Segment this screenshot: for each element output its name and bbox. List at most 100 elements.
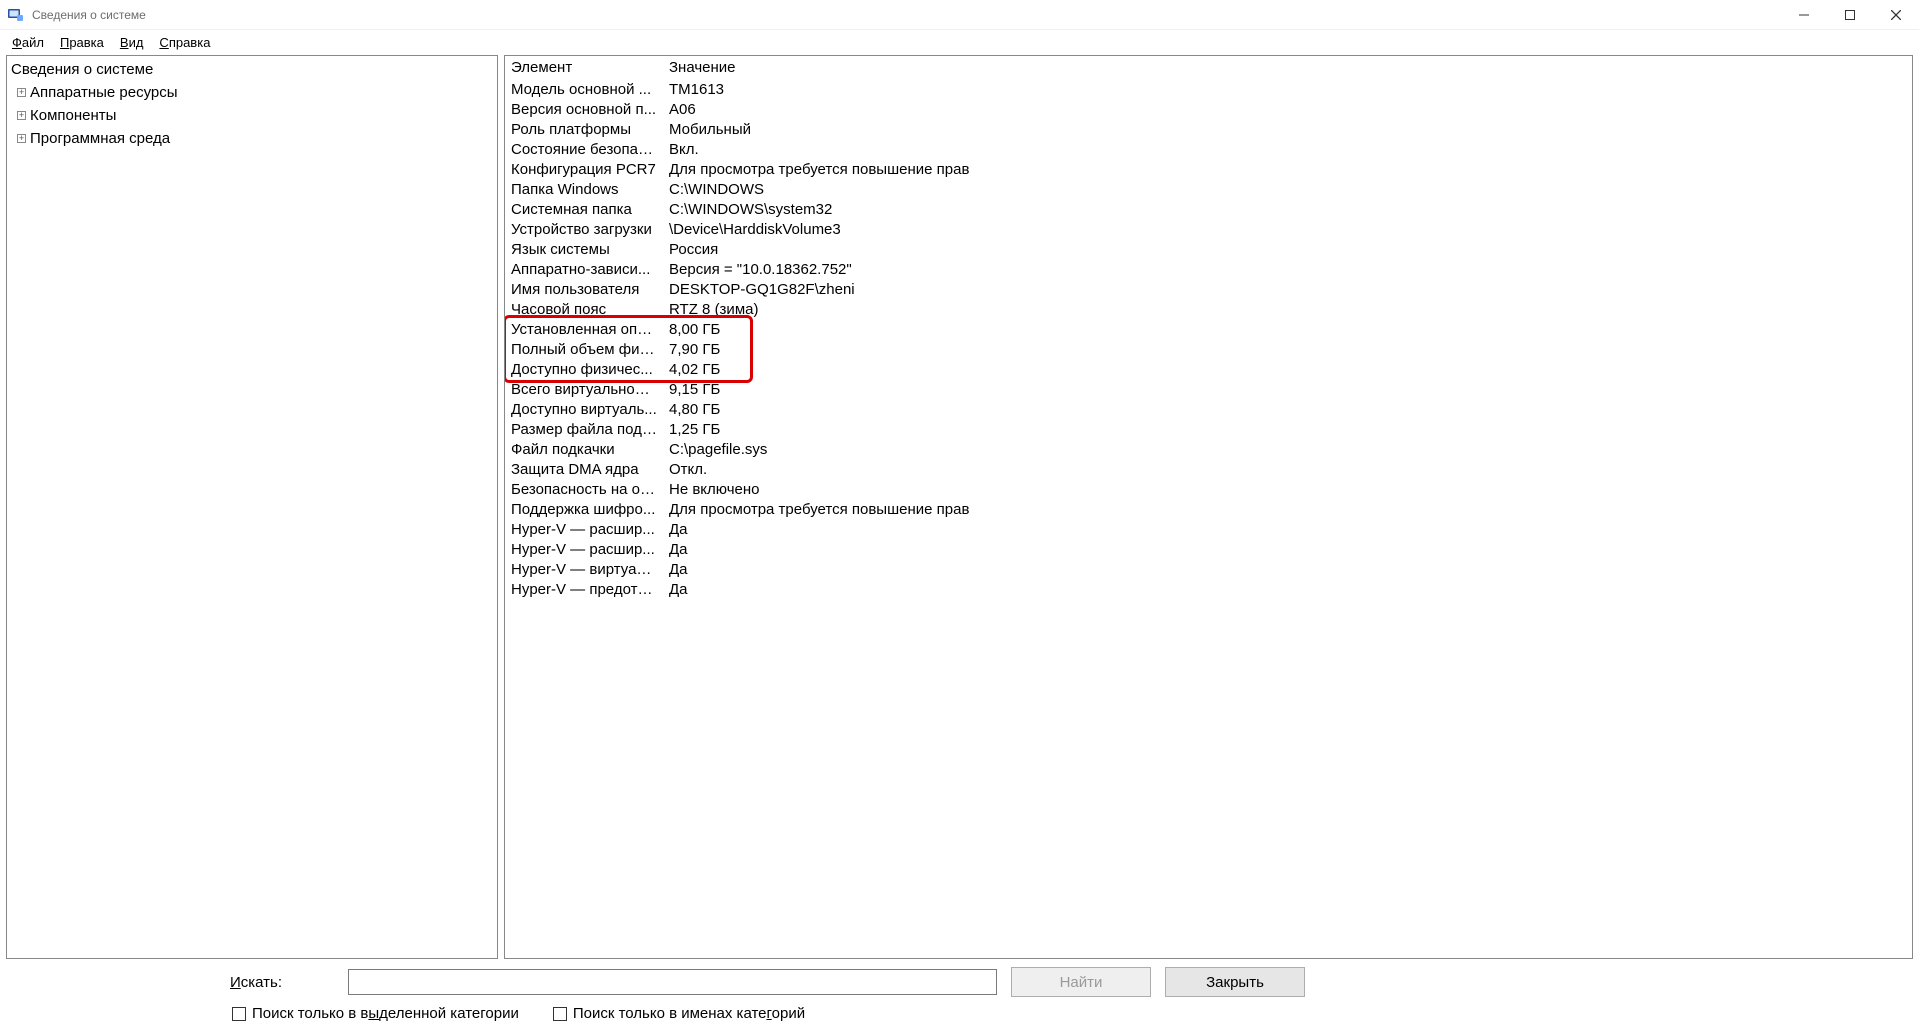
expander-icon[interactable]: + [17, 111, 26, 120]
cell-element: Всего виртуальной ... [505, 379, 663, 399]
cell-value: C:\WINDOWS [663, 179, 1035, 199]
cell-element: Hyper-V — расшир... [505, 539, 663, 559]
checkbox-category-names[interactable]: Поиск только в именах категорий [553, 1005, 805, 1022]
table-row[interactable]: Всего виртуальной ...9,15 ГБ [505, 379, 1912, 399]
table-row[interactable]: Hyper-V — предотв...Да [505, 579, 1912, 599]
cell-value: Вкл. [663, 139, 1035, 159]
cell-pad [1035, 539, 1912, 559]
table-row[interactable]: Защита DMA ядраОткл. [505, 459, 1912, 479]
table-row[interactable]: Папка WindowsC:\WINDOWS [505, 179, 1912, 199]
cell-element: Поддержка шифро... [505, 499, 663, 519]
minimize-button[interactable] [1781, 0, 1827, 30]
detail-scroll[interactable]: Элемент Значение Модель основной ...TM16… [505, 56, 1912, 958]
table-row[interactable]: Установленная опе...8,00 ГБ [505, 319, 1912, 339]
cell-value: TM1613 [663, 79, 1035, 99]
cell-element: Состояние безопас... [505, 139, 663, 159]
cell-pad [1035, 459, 1912, 479]
cell-pad [1035, 499, 1912, 519]
cell-element: Hyper-V — расшир... [505, 519, 663, 539]
cell-element: Аппаратно-зависи... [505, 259, 663, 279]
table-row[interactable]: Имя пользователяDESKTOP-GQ1G82F\zheni [505, 279, 1912, 299]
cell-element: Hyper-V — предотв... [505, 579, 663, 599]
table-row[interactable]: Модель основной ...TM1613 [505, 79, 1912, 99]
cell-pad [1035, 579, 1912, 599]
table-row[interactable]: Размер файла подк...1,25 ГБ [505, 419, 1912, 439]
cell-value: 4,02 ГБ [663, 359, 1035, 379]
cell-element: Системная папка [505, 199, 663, 219]
cell-pad [1035, 239, 1912, 259]
cell-element: Безопасность на ос... [505, 479, 663, 499]
header-value[interactable]: Значение [663, 56, 1035, 79]
table-row[interactable]: Версия основной п...A06 [505, 99, 1912, 119]
tree-item[interactable]: +Компоненты [11, 104, 493, 127]
cell-value: 8,00 ГБ [663, 319, 1035, 339]
table-row[interactable]: Полный объем физ...7,90 ГБ [505, 339, 1912, 359]
close-search-button[interactable]: Закрыть [1165, 967, 1305, 997]
cell-element: Конфигурация PCR7 [505, 159, 663, 179]
menu-help[interactable]: Справка [151, 33, 218, 52]
cell-value: Мобильный [663, 119, 1035, 139]
table-row[interactable]: Hyper-V — расшир...Да [505, 519, 1912, 539]
app-icon [6, 6, 24, 24]
table-row[interactable]: Безопасность на ос...Не включено [505, 479, 1912, 499]
menu-view[interactable]: Вид [112, 33, 152, 52]
titlebar: Сведения о системе [0, 0, 1919, 30]
table-row[interactable]: Hyper-V — виртуал...Да [505, 559, 1912, 579]
cell-pad [1035, 199, 1912, 219]
checkbox-selected-category[interactable]: Поиск только в выделенной категории [232, 1005, 519, 1022]
cell-pad [1035, 139, 1912, 159]
tree-panel: Сведения о системе +Аппаратные ресурсы+К… [6, 55, 498, 959]
cell-pad [1035, 219, 1912, 239]
table-row[interactable]: Доступно виртуаль...4,80 ГБ [505, 399, 1912, 419]
table-row[interactable]: Доступно физичес...4,02 ГБ [505, 359, 1912, 379]
detail-wrap: Элемент Значение Модель основной ...TM16… [505, 56, 1912, 958]
cell-value: Да [663, 579, 1035, 599]
cell-element: Полный объем физ... [505, 339, 663, 359]
tree-root-item[interactable]: Сведения о системе [11, 58, 493, 81]
table-row[interactable]: Устройство загрузки\Device\HarddiskVolum… [505, 219, 1912, 239]
table-row[interactable]: Системная папкаC:\WINDOWS\system32 [505, 199, 1912, 219]
tree-item[interactable]: +Программная среда [11, 127, 493, 150]
menu-edit[interactable]: Правка [52, 33, 112, 52]
table-row[interactable]: Файл подкачкиC:\pagefile.sys [505, 439, 1912, 459]
cell-value: 9,15 ГБ [663, 379, 1035, 399]
expander-icon[interactable]: + [17, 134, 26, 143]
cell-value: C:\pagefile.sys [663, 439, 1035, 459]
cell-element: Установленная опе... [505, 319, 663, 339]
cell-pad [1035, 319, 1912, 339]
table-row[interactable]: Язык системыРоссия [505, 239, 1912, 259]
cell-pad [1035, 99, 1912, 119]
table-row[interactable]: Аппаратно-зависи...Версия = "10.0.18362.… [505, 259, 1912, 279]
header-element[interactable]: Элемент [505, 56, 663, 79]
close-button[interactable] [1873, 0, 1919, 30]
table-row[interactable]: Поддержка шифро...Для просмотра требуетс… [505, 499, 1912, 519]
table-row[interactable]: Часовой поясRTZ 8 (зима) [505, 299, 1912, 319]
menu-file[interactable]: Файл [4, 33, 52, 52]
checkbox-box-icon [232, 1007, 246, 1021]
cell-pad [1035, 279, 1912, 299]
table-row[interactable]: Hyper-V — расшир...Да [505, 539, 1912, 559]
search-input[interactable] [348, 969, 997, 995]
detail-table: Элемент Значение Модель основной ...TM16… [505, 56, 1912, 599]
table-row[interactable]: Роль платформыМобильный [505, 119, 1912, 139]
maximize-button[interactable] [1827, 0, 1873, 30]
cell-value: C:\WINDOWS\system32 [663, 199, 1035, 219]
cell-pad [1035, 359, 1912, 379]
table-row[interactable]: Состояние безопас...Вкл. [505, 139, 1912, 159]
find-button[interactable]: Найти [1011, 967, 1151, 997]
cell-value: Да [663, 519, 1035, 539]
cell-value: \Device\HarddiskVolume3 [663, 219, 1035, 239]
cell-element: Версия основной п... [505, 99, 663, 119]
cell-element: Роль платформы [505, 119, 663, 139]
cell-value: 4,80 ГБ [663, 399, 1035, 419]
cell-element: Доступно физичес... [505, 359, 663, 379]
cell-value: Для просмотра требуется повышение прав [663, 159, 1035, 179]
tree-item[interactable]: +Аппаратные ресурсы [11, 81, 493, 104]
table-row[interactable]: Конфигурация PCR7Для просмотра требуется… [505, 159, 1912, 179]
expander-icon[interactable]: + [17, 88, 26, 97]
cell-value: Для просмотра требуется повышение прав [663, 499, 1035, 519]
cell-value: Откл. [663, 459, 1035, 479]
cell-element: Устройство загрузки [505, 219, 663, 239]
cell-value: 1,25 ГБ [663, 419, 1035, 439]
cell-element: Файл подкачки [505, 439, 663, 459]
